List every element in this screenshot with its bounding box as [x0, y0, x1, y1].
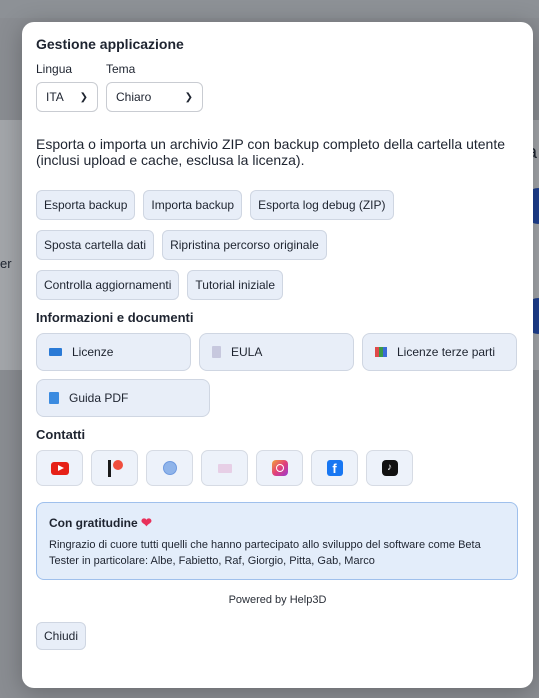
- theme-group: Tema Chiaro ❯: [106, 62, 203, 112]
- id-card-icon: [49, 348, 62, 356]
- thanks-title: Con gratitudine: [49, 516, 138, 530]
- youtube-icon: [50, 461, 69, 475]
- check-updates-button[interactable]: Controlla aggiornamenti: [36, 270, 180, 300]
- website-button[interactable]: [146, 450, 193, 486]
- email-button[interactable]: [201, 450, 248, 486]
- language-group: Lingua ITA ❯: [36, 62, 98, 112]
- tiktok-icon: ♪: [381, 460, 398, 476]
- docs-row: Guida PDF: [36, 379, 519, 417]
- thanks-heading: Con gratitudine ❤: [49, 515, 505, 531]
- contacts-section-title: Contatti: [36, 427, 86, 442]
- language-label: Lingua: [36, 62, 73, 76]
- licenses-label: Licenze: [72, 345, 114, 359]
- initial-tutorial-button[interactable]: Tutorial iniziale: [187, 270, 283, 300]
- background-text: er: [0, 256, 12, 271]
- language-value: ITA: [46, 90, 64, 104]
- globe-icon: [162, 461, 177, 475]
- facebook-icon: f: [326, 460, 343, 476]
- import-backup-button[interactable]: Importa backup: [143, 190, 243, 220]
- pdf-guide-button[interactable]: Guida PDF: [36, 379, 210, 417]
- theme-select[interactable]: Chiaro ❯: [106, 82, 203, 112]
- youtube-button[interactable]: [36, 450, 83, 486]
- misc-actions: Controlla aggiornamenti Tutorial inizial…: [36, 270, 519, 300]
- docs-section-title: Informazioni e documenti: [36, 310, 194, 325]
- thanks-box: Con gratitudine ❤ Ringrazio di cuore tut…: [36, 502, 518, 580]
- patreon-button[interactable]: [91, 450, 138, 486]
- move-data-folder-button[interactable]: Sposta cartella dati: [36, 230, 155, 260]
- dialog-title: Gestione applicazione: [36, 36, 184, 52]
- book-icon: [49, 392, 59, 404]
- contacts-row: f ♪: [36, 450, 519, 486]
- export-debug-log-button[interactable]: Esporta log debug (ZIP): [250, 190, 394, 220]
- language-select[interactable]: ITA ❯: [36, 82, 98, 112]
- third-party-licenses-label: Licenze terze parti: [397, 345, 496, 359]
- powered-by: Powered by Help3D: [228, 594, 327, 606]
- third-party-licenses-button[interactable]: Licenze terze parti: [362, 333, 517, 371]
- eula-button[interactable]: EULA: [199, 333, 354, 371]
- books-icon: [375, 347, 387, 357]
- thanks-text: Ringrazio di cuore tutti quelli che hann…: [49, 539, 481, 567]
- instagram-button[interactable]: [256, 450, 303, 486]
- docs-row: Licenze EULA Licenze terze parti: [36, 333, 519, 371]
- chevron-down-icon: ❯: [184, 91, 193, 103]
- document-icon: [212, 346, 221, 358]
- mail-icon: [217, 463, 232, 473]
- theme-value: Chiaro: [116, 90, 152, 104]
- close-button[interactable]: Chiudi: [36, 622, 87, 650]
- tiktok-button[interactable]: ♪: [366, 450, 413, 486]
- chevron-down-icon: ❯: [79, 91, 88, 103]
- facebook-button[interactable]: f: [311, 450, 358, 486]
- app-management-dialog: Gestione applicazione Lingua ITA ❯ Tema …: [22, 22, 533, 688]
- preferences-row: Lingua ITA ❯ Tema Chiaro ❯: [36, 62, 519, 112]
- backup-actions: Esporta backup Importa backup Esporta lo…: [36, 190, 519, 220]
- export-backup-button[interactable]: Esporta backup: [36, 190, 136, 220]
- background-header: [0, 0, 539, 18]
- backup-description: Esporta o importa un archivio ZIP con ba…: [36, 136, 505, 168]
- patreon-icon: [106, 459, 124, 477]
- theme-label: Tema: [106, 62, 136, 76]
- restore-original-path-button[interactable]: Ripristina percorso originale: [162, 230, 327, 260]
- instagram-icon: [271, 460, 288, 476]
- heart-icon: ❤: [141, 515, 152, 530]
- eula-label: EULA: [231, 345, 263, 359]
- licenses-button[interactable]: Licenze: [36, 333, 191, 371]
- pdf-guide-label: Guida PDF: [69, 391, 129, 405]
- data-folder-actions: Sposta cartella dati Ripristina percorso…: [36, 230, 519, 260]
